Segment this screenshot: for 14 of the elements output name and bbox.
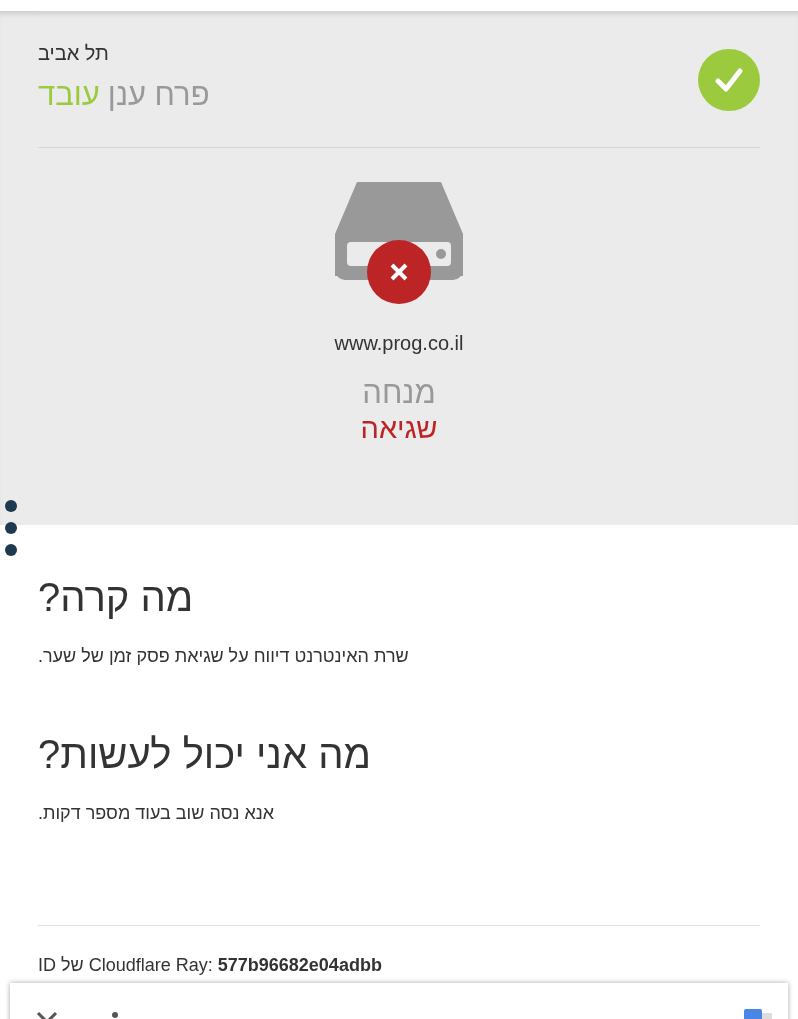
more-icon[interactable] <box>112 1011 118 1019</box>
check-icon <box>698 48 760 111</box>
host-name: מנחה <box>362 374 436 412</box>
host-status: שגיאה <box>360 411 438 446</box>
service-status: עובד <box>38 79 100 110</box>
section-text: שרת האינטרנט דיווח על שגיאת פסק זמן של שער. <box>38 645 409 668</box>
translate-icon <box>744 1009 772 1019</box>
domain-label: www.prog.co.il <box>334 331 464 356</box>
section-text: אנא נסה שוב בעוד מספר דקות. <box>38 802 275 825</box>
section-heading: מה אני יכול לעשות? <box>38 732 371 776</box>
vertical-dots-icon <box>4 500 18 558</box>
location-label: תל אביב <box>38 43 109 63</box>
section-heading: מה קרה? <box>38 575 194 619</box>
service-name: פרח ענן <box>107 79 210 110</box>
